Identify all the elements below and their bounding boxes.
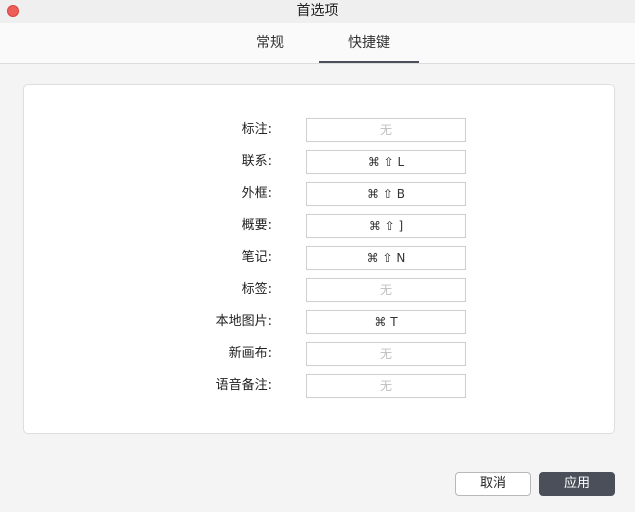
shortcut-field[interactable]: ⌘ ⇧ B xyxy=(306,182,466,206)
tab-general[interactable]: 常规 xyxy=(220,23,320,63)
shortcut-field[interactable]: ⌘ ⇧ N xyxy=(306,246,466,270)
close-icon[interactable] xyxy=(7,5,19,17)
shortcut-field[interactable]: ⌘ T xyxy=(306,310,466,334)
shortcut-row: 笔记: ⌘ ⇧ N xyxy=(24,246,616,270)
shortcut-label: 概要: xyxy=(241,218,272,233)
tab-shortcuts[interactable]: 快捷键 xyxy=(319,23,419,63)
apply-button[interactable]: 应用 xyxy=(539,472,615,496)
shortcuts-panel: 标注: 无 联系: ⌘ ⇧ L 外框: ⌘ ⇧ B 概要: ⌘ ⇧ ] 笔记: … xyxy=(23,84,615,434)
shortcut-field[interactable]: 无 xyxy=(306,278,466,302)
shortcut-row: 本地图片: ⌘ T xyxy=(24,310,616,334)
shortcut-row: 新画布: 无 xyxy=(24,342,616,366)
shortcut-label: 本地图片: xyxy=(215,314,272,329)
shortcut-label: 标签: xyxy=(241,282,272,297)
shortcut-field[interactable]: 无 xyxy=(306,342,466,366)
shortcut-row: 概要: ⌘ ⇧ ] xyxy=(24,214,616,238)
tab-bar: 常规 快捷键 xyxy=(0,23,635,64)
shortcut-label: 标注: xyxy=(241,122,272,137)
window-title: 首选项 xyxy=(296,3,339,19)
shortcut-label: 笔记: xyxy=(241,250,272,265)
shortcut-label: 新画布: xyxy=(228,346,272,361)
shortcut-row: 联系: ⌘ ⇧ L xyxy=(24,150,616,174)
shortcut-label: 联系: xyxy=(241,154,272,169)
shortcut-field[interactable]: 无 xyxy=(306,374,466,398)
shortcut-row: 标注: 无 xyxy=(24,118,616,142)
title-bar: 首选项 xyxy=(0,0,635,23)
cancel-button[interactable]: 取消 xyxy=(455,472,531,496)
shortcut-row: 标签: 无 xyxy=(24,278,616,302)
shortcut-row: 外框: ⌘ ⇧ B xyxy=(24,182,616,206)
shortcut-row: 语音备注: 无 xyxy=(24,374,616,398)
shortcut-label: 语音备注: xyxy=(215,378,272,393)
shortcut-field[interactable]: ⌘ ⇧ L xyxy=(306,150,466,174)
shortcut-field[interactable]: 无 xyxy=(306,118,466,142)
active-tab-indicator xyxy=(319,61,419,63)
shortcut-field[interactable]: ⌘ ⇧ ] xyxy=(306,214,466,238)
shortcut-label: 外框: xyxy=(241,186,272,201)
